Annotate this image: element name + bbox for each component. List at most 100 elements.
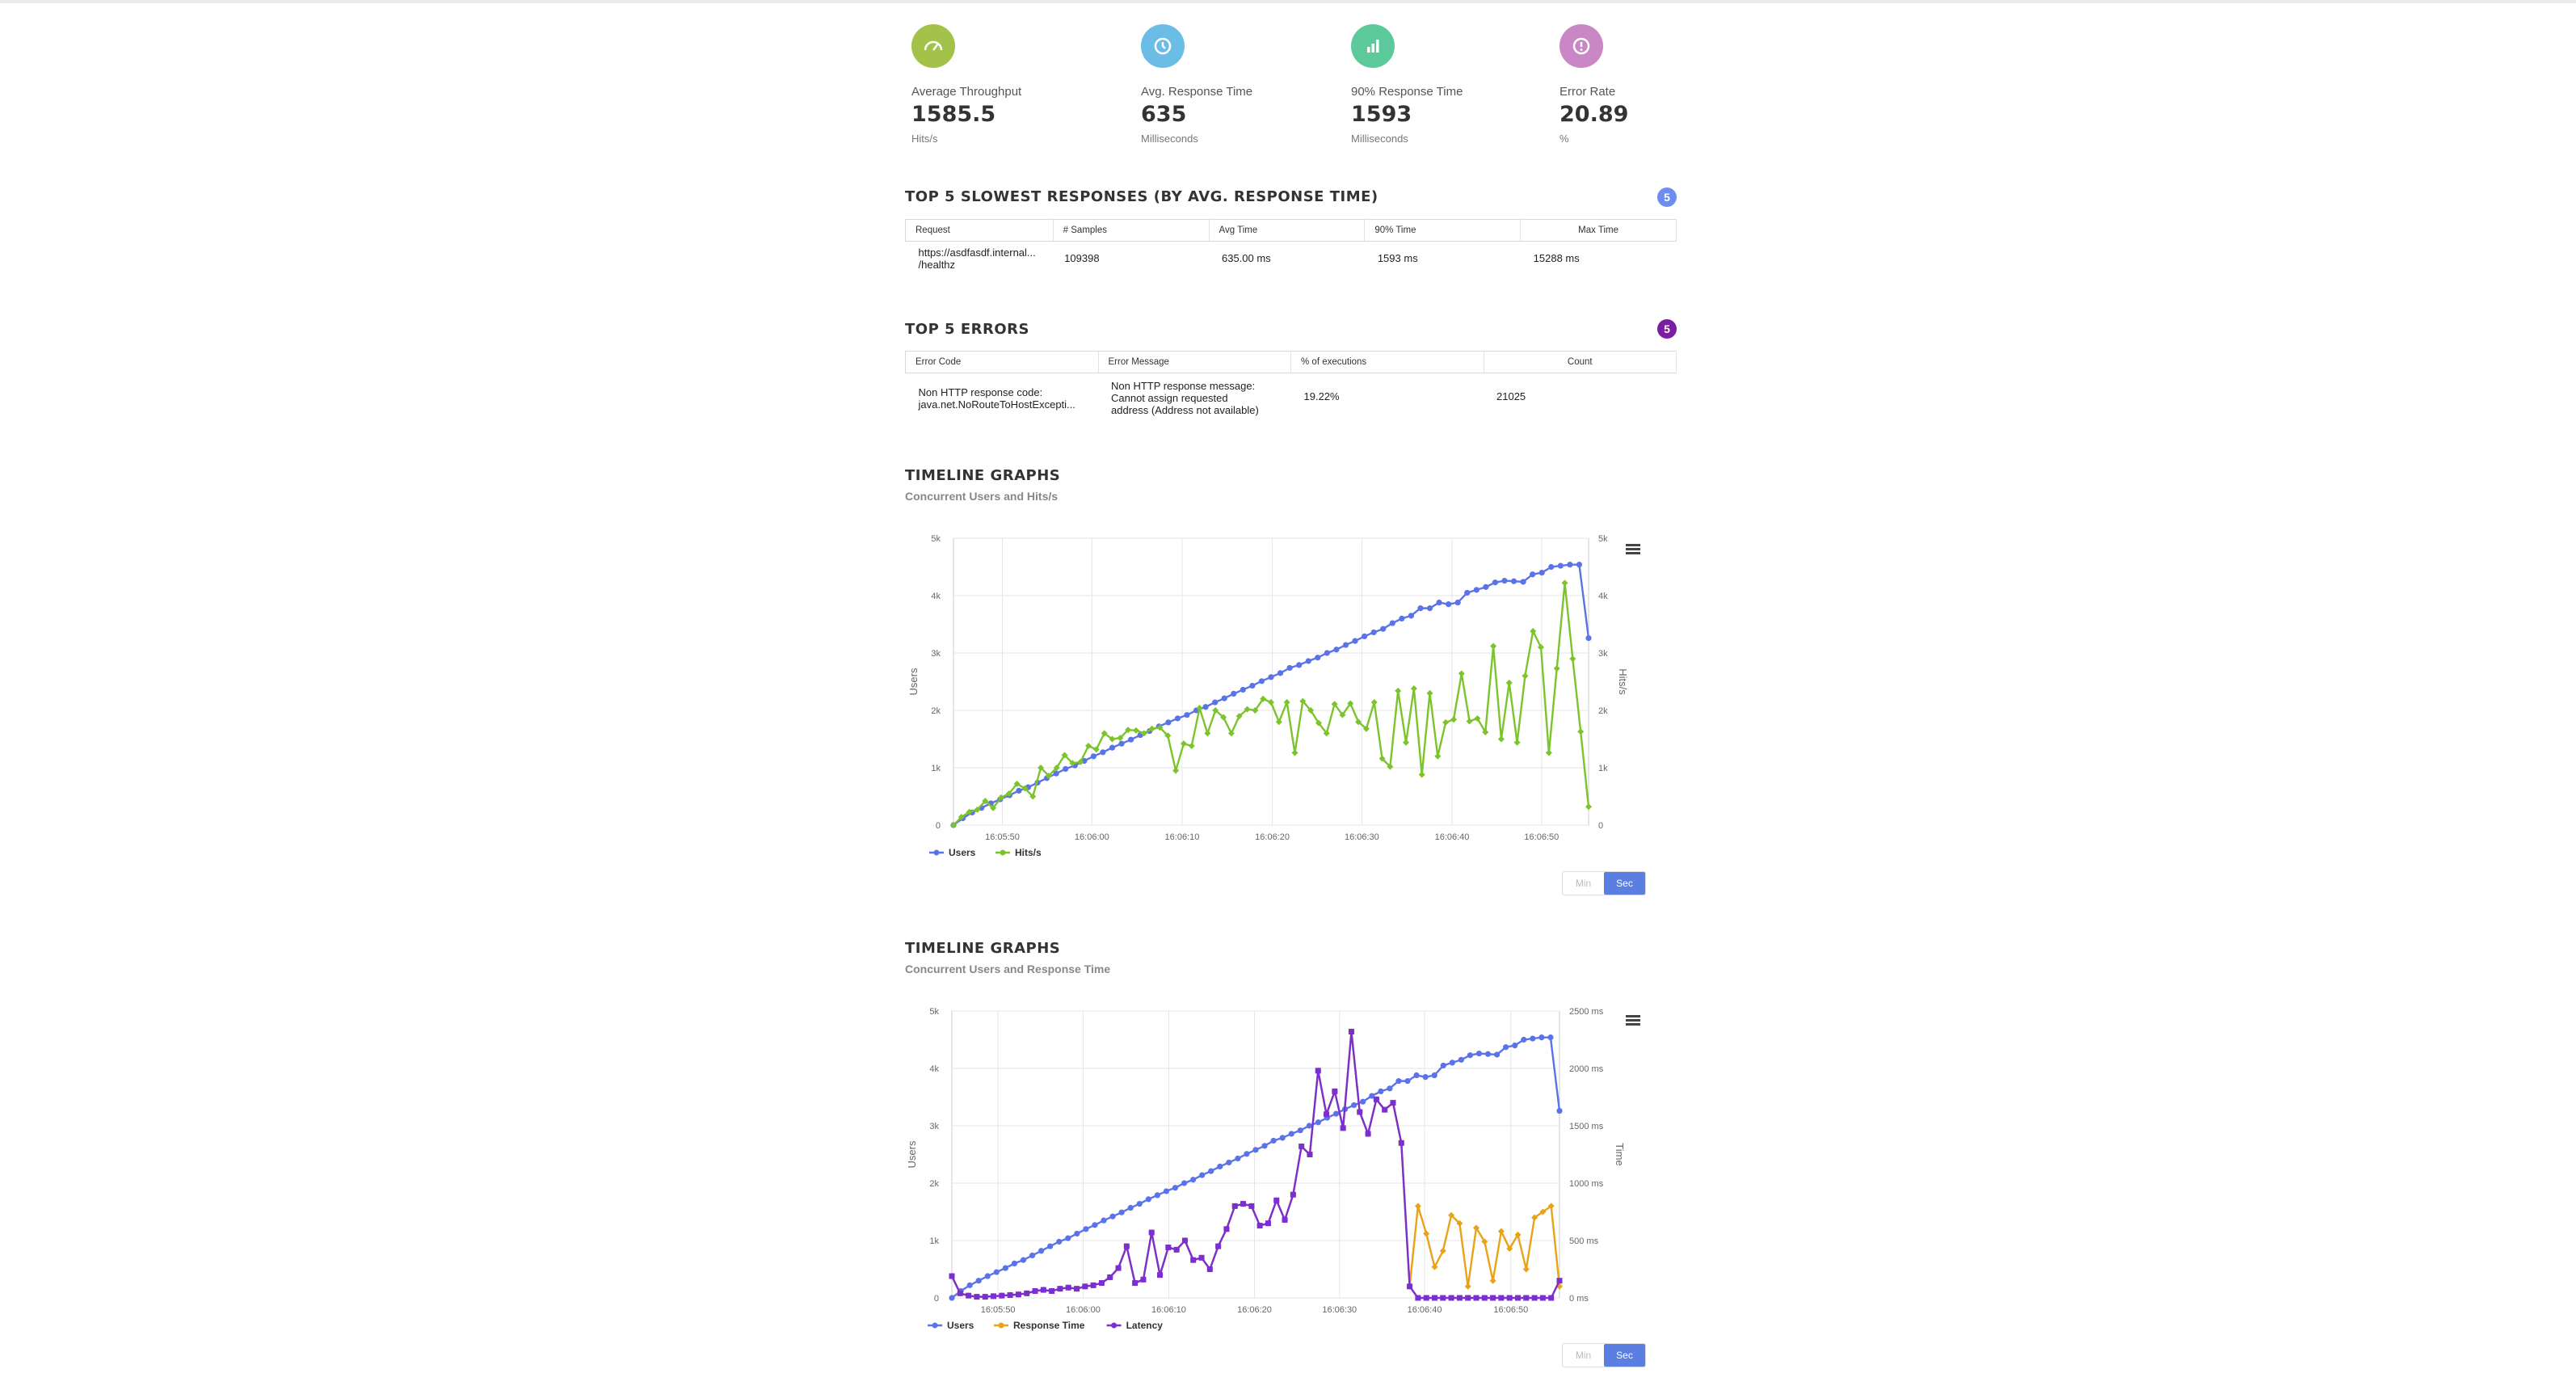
data-point[interactable] — [1449, 1060, 1455, 1066]
data-point[interactable] — [1163, 1188, 1170, 1194]
chart-menu-icon[interactable] — [1626, 544, 1640, 556]
data-point[interactable] — [1215, 1243, 1222, 1249]
data-point[interactable] — [1145, 1196, 1151, 1203]
data-point[interactable] — [1040, 1287, 1046, 1293]
data-point[interactable] — [1118, 1209, 1125, 1215]
data-point[interactable] — [1165, 719, 1172, 726]
data-point[interactable] — [1047, 1243, 1054, 1249]
data-point[interactable] — [1492, 579, 1499, 586]
data-point[interactable] — [1123, 1243, 1130, 1249]
data-point[interactable] — [1208, 1168, 1214, 1174]
data-point[interactable] — [1154, 1192, 1160, 1199]
data-point[interactable] — [1109, 1213, 1116, 1220]
data-point[interactable] — [949, 1273, 955, 1279]
toggle-min-button[interactable]: Min — [1563, 1344, 1604, 1367]
data-point[interactable] — [1399, 615, 1405, 621]
data-point[interactable] — [1458, 1056, 1464, 1063]
data-point[interactable] — [1002, 1265, 1008, 1271]
data-point[interactable] — [1475, 1050, 1483, 1057]
data-point[interactable] — [993, 1269, 1000, 1275]
data-point[interactable] — [1324, 1111, 1330, 1118]
data-point[interactable] — [1378, 1088, 1384, 1094]
data-point[interactable] — [1279, 1135, 1286, 1141]
data-point[interactable] — [1357, 1109, 1363, 1115]
toggle-sec-button[interactable]: Sec — [1604, 1344, 1645, 1367]
data-point[interactable] — [1467, 1052, 1474, 1059]
data-point[interactable] — [1548, 563, 1555, 571]
data-point[interactable] — [991, 1293, 997, 1300]
data-point[interactable] — [1217, 1163, 1223, 1170]
data-point[interactable] — [1115, 1265, 1122, 1271]
data-point[interactable] — [1585, 634, 1592, 642]
data-point[interactable] — [1306, 1123, 1312, 1129]
data-point[interactable] — [1556, 1107, 1563, 1114]
data-point[interactable] — [1221, 695, 1227, 701]
data-point[interactable] — [1493, 1051, 1501, 1058]
data-point[interactable] — [1273, 1197, 1280, 1203]
data-point[interactable] — [1315, 1068, 1321, 1074]
data-point[interactable] — [1351, 1102, 1357, 1109]
col-request[interactable]: Request — [905, 219, 1054, 242]
request-url[interactable]: https://asdfasdf.internal... — [919, 246, 1041, 259]
data-point[interactable] — [1481, 1295, 1488, 1301]
data-point[interactable] — [1083, 1226, 1089, 1232]
data-point[interactable] — [1127, 1204, 1134, 1211]
data-point[interactable] — [1240, 686, 1246, 693]
data-point[interactable] — [1244, 1151, 1250, 1157]
data-point[interactable] — [1082, 1283, 1088, 1290]
col-error-code[interactable]: Error Code — [905, 351, 1099, 373]
data-point[interactable] — [1181, 1180, 1188, 1186]
data-point[interactable] — [1501, 577, 1508, 584]
data-point[interactable] — [1049, 1287, 1055, 1294]
data-point[interactable] — [1074, 1230, 1080, 1237]
data-point[interactable] — [1235, 1155, 1241, 1162]
data-point[interactable] — [1431, 1295, 1437, 1301]
data-point[interactable] — [1136, 1200, 1143, 1207]
data-point[interactable] — [1436, 599, 1442, 606]
data-point[interactable] — [1256, 1223, 1263, 1229]
data-point[interactable] — [1231, 1203, 1238, 1209]
data-point[interactable] — [1174, 715, 1181, 722]
data-point[interactable] — [1223, 1226, 1230, 1232]
data-point[interactable] — [999, 1292, 1005, 1299]
data-point[interactable] — [1531, 1295, 1538, 1301]
data-point[interactable] — [1100, 749, 1106, 756]
data-point[interactable] — [1352, 638, 1358, 644]
data-point[interactable] — [1231, 690, 1237, 697]
data-point[interactable] — [982, 1294, 988, 1300]
data-point[interactable] — [1020, 1257, 1027, 1263]
data-point[interactable] — [1530, 1035, 1536, 1042]
data-point[interactable] — [1417, 605, 1424, 612]
data-point[interactable] — [1165, 1245, 1172, 1251]
data-point[interactable] — [1206, 1266, 1213, 1272]
data-point[interactable] — [1226, 1159, 1232, 1166]
data-point[interactable] — [1521, 1036, 1527, 1043]
data-point[interactable] — [1440, 1295, 1446, 1301]
data-point[interactable] — [1261, 1143, 1268, 1149]
data-point[interactable] — [1212, 699, 1219, 706]
data-point[interactable] — [1016, 787, 1022, 794]
data-point[interactable] — [1090, 1282, 1096, 1288]
errors-count-badge[interactable]: 5 — [1657, 319, 1677, 339]
data-point[interactable] — [1181, 1237, 1188, 1244]
data-point[interactable] — [1189, 1177, 1197, 1183]
data-point[interactable] — [1390, 1100, 1396, 1106]
data-point[interactable] — [1473, 1295, 1480, 1301]
data-point[interactable] — [966, 1292, 972, 1299]
data-point[interactable] — [1315, 655, 1321, 661]
data-point[interactable] — [1029, 1252, 1036, 1259]
data-point[interactable] — [1333, 647, 1340, 653]
data-point[interactable] — [1423, 1295, 1429, 1301]
data-point[interactable] — [1270, 1137, 1277, 1144]
data-point[interactable] — [1015, 1291, 1021, 1298]
data-point[interactable] — [1132, 1280, 1139, 1287]
data-point[interactable] — [1413, 1072, 1420, 1079]
data-point[interactable] — [1446, 601, 1452, 608]
data-point[interactable] — [1454, 599, 1461, 606]
data-point[interactable] — [1011, 1260, 1018, 1266]
data-point[interactable] — [1373, 1096, 1379, 1102]
data-point[interactable] — [1157, 1272, 1164, 1279]
data-point[interactable] — [1547, 1034, 1554, 1041]
data-point[interactable] — [1342, 642, 1349, 648]
data-point[interactable] — [1098, 1280, 1105, 1287]
